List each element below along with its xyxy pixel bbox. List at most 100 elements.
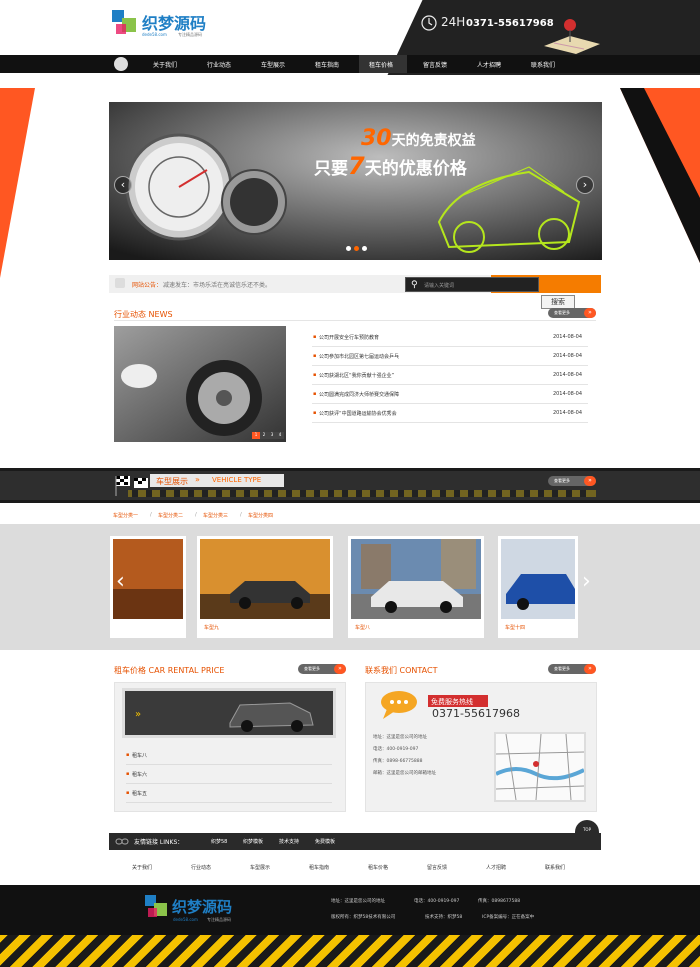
footer-fax: 传真：0898677588 bbox=[478, 899, 521, 904]
list-item[interactable]: ▪ 公司圆满完成同济大师桥赛交通保障 2014-08-04 bbox=[312, 385, 588, 404]
more-arrow-icon: » bbox=[584, 664, 596, 674]
back-to-top-button[interactable]: TOP bbox=[575, 820, 599, 834]
bullet-icon: ▪ bbox=[126, 790, 130, 796]
nav-item-news[interactable]: 行业动态 bbox=[207, 60, 231, 69]
friend-link-1[interactable]: 织梦58 bbox=[211, 838, 227, 845]
news-pager-2[interactable]: 2 bbox=[260, 432, 268, 439]
list-item[interactable]: ▪ 租车八 bbox=[126, 746, 332, 765]
news-more-button[interactable]: 查看更多» bbox=[548, 308, 596, 318]
category-link-2[interactable]: 车型分类二 bbox=[158, 512, 183, 519]
car-image bbox=[501, 539, 575, 619]
news-pager-4[interactable]: 4 bbox=[276, 432, 284, 439]
footer-address: 地址：这里是您公司的地址 bbox=[331, 899, 385, 904]
bottom-nav-item[interactable]: 行业动态 bbox=[191, 864, 211, 871]
footer-copyright: 版权所有：织梦58技术有限公司 bbox=[331, 915, 396, 920]
bullet-icon: ▪ bbox=[126, 752, 130, 758]
rent-more-button[interactable]: 查看更多» bbox=[298, 664, 346, 674]
friend-link-4[interactable]: 免费模板 bbox=[315, 838, 335, 845]
logo-domain: dede58.com bbox=[142, 32, 167, 37]
svg-text:»: » bbox=[135, 709, 141, 720]
bullet-icon: ▪ bbox=[313, 410, 317, 416]
bullet-icon: ▪ bbox=[313, 334, 317, 340]
category-link-1[interactable]: 车型分类一 bbox=[113, 512, 138, 519]
more-arrow-icon: » bbox=[584, 476, 596, 486]
bottom-nav-item[interactable]: 关于我们 bbox=[132, 864, 152, 871]
footer-icp: ICP备案编号：正在备案中 bbox=[482, 915, 535, 920]
vehicle-card-2[interactable]: 车型八 bbox=[348, 536, 484, 638]
list-item[interactable]: ▪ 公司参加市北园区第七届运动会乒乓 2014-08-04 bbox=[312, 347, 588, 366]
banner-graphic bbox=[109, 102, 602, 260]
friend-link-3[interactable]: 技术支持 bbox=[279, 838, 299, 845]
nav-item-feedback[interactable]: 留言反馈 bbox=[423, 60, 447, 69]
banner-headline-1: 30天的免责权益 bbox=[361, 126, 476, 151]
banner-dot-1[interactable] bbox=[346, 246, 351, 251]
gallery-next-button[interactable]: › bbox=[582, 570, 596, 594]
footer-phone: 电话：400-0919-097 bbox=[414, 899, 460, 904]
list-item[interactable]: ▪ 公司开展安全行车预防教育 2014-08-04 bbox=[312, 328, 588, 347]
friend-links-label: 友情链接 LINKS： bbox=[134, 839, 184, 846]
notice-label: 网站公告： bbox=[132, 282, 163, 289]
checkered-flag-icon bbox=[115, 476, 148, 496]
nav-item-about[interactable]: 关于我们 bbox=[153, 60, 177, 69]
list-item[interactable]: ▪ 公司获评“中国道路运输协会优秀会 2014-08-04 bbox=[312, 404, 588, 423]
map-image bbox=[495, 733, 585, 801]
search-input[interactable]: 请输入关键词 bbox=[424, 282, 454, 289]
nav-item-contact[interactable]: 联系我们 bbox=[531, 60, 555, 69]
bottom-nav-item[interactable]: 人才招聘 bbox=[486, 864, 506, 871]
banner-dot-3[interactable] bbox=[362, 246, 367, 251]
nav-item-jobs[interactable]: 人才招聘 bbox=[477, 60, 501, 69]
contact-phone: 电话：400-0919-097 bbox=[373, 747, 419, 752]
bottom-nav-item[interactable]: 留言反馈 bbox=[427, 864, 447, 871]
footer-logo-slogan: 专注精品源码 bbox=[207, 917, 231, 922]
logo-mark-icon bbox=[112, 10, 136, 34]
contact-section-title: 联系我们 CONTACT bbox=[365, 666, 438, 675]
vehicle-more-button[interactable]: 查看更多» bbox=[548, 476, 596, 486]
news-pager-1[interactable]: 1 bbox=[252, 432, 260, 439]
vehicle-type-bar: 车型展示 » VEHICLE TYPE 查看更多» bbox=[0, 468, 700, 503]
banner-prev-button[interactable]: ‹ bbox=[114, 176, 132, 194]
list-item[interactable]: ▪ 公司获湖北区“我你贡献十强企业” 2014-08-04 bbox=[312, 366, 588, 385]
notice-text[interactable]: 减速发车：市场乐活在亮诚信乐还不类。 bbox=[163, 280, 271, 289]
news-title-divider bbox=[114, 320, 596, 321]
nav-item-vehicles[interactable]: 车型展示 bbox=[261, 60, 285, 69]
clock-icon bbox=[421, 15, 437, 31]
vehicle-card-3[interactable]: 车型十四 bbox=[498, 536, 578, 638]
site-logo[interactable]: 织梦源码 dede58.com 专注精品源码 bbox=[112, 8, 222, 42]
news-pager-3[interactable]: 3 bbox=[268, 432, 276, 439]
banner-dot-2[interactable] bbox=[354, 246, 359, 251]
logo-text: 织梦源码 bbox=[142, 14, 207, 33]
rent-featured-image[interactable]: » bbox=[122, 688, 336, 738]
vehicle-card-1[interactable]: 车型九 bbox=[197, 536, 333, 638]
search-box: ⚲ 请输入关键词 bbox=[405, 277, 539, 292]
more-arrow-icon: » bbox=[334, 664, 346, 674]
gallery-prev-button[interactable]: ‹ bbox=[116, 570, 130, 594]
banner-next-button[interactable]: › bbox=[576, 176, 594, 194]
bullet-icon: ▪ bbox=[126, 771, 130, 777]
link-chain-icon bbox=[115, 838, 129, 845]
hotline-number: 0371-55617968 bbox=[432, 707, 520, 720]
location-map[interactable] bbox=[494, 732, 586, 802]
list-item[interactable]: ▪ 租车六 bbox=[126, 765, 332, 784]
more-arrow-icon: » bbox=[584, 308, 596, 318]
bottom-nav-item[interactable]: 租车价格 bbox=[368, 864, 388, 871]
category-link-3[interactable]: 车型分类三 bbox=[203, 512, 228, 519]
footer-support: 技术支持：织梦58 bbox=[425, 915, 463, 920]
nav-item-prices[interactable]: 租车价格 bbox=[369, 60, 393, 69]
vehicle-card-name: 车型十四 bbox=[505, 625, 526, 631]
contact-more-button[interactable]: 查看更多» bbox=[548, 664, 596, 674]
bottom-nav-item[interactable]: 联系我们 bbox=[545, 864, 565, 871]
bottom-nav-item[interactable]: 车型展示 bbox=[250, 864, 270, 871]
search-button[interactable]: 搜索 bbox=[541, 295, 575, 309]
list-item[interactable]: ▪ 租车五 bbox=[126, 784, 332, 803]
car-closeup-image bbox=[114, 326, 286, 442]
hazard-stripe-footer bbox=[0, 935, 700, 967]
news-featured-image[interactable] bbox=[114, 326, 286, 442]
home-icon[interactable] bbox=[114, 57, 128, 71]
right-orange-decor bbox=[620, 88, 700, 263]
friend-link-2[interactable]: 织梦模板 bbox=[243, 838, 263, 845]
bottom-nav-item[interactable]: 租车指南 bbox=[309, 864, 329, 871]
vehicle-gallery: 车型九 车型八 车型十四 ‹ › bbox=[0, 524, 700, 650]
nav-item-guide[interactable]: 租车指南 bbox=[315, 60, 339, 69]
category-link-4[interactable]: 车型分类四 bbox=[248, 512, 273, 519]
banner-headline-2: 只要7天的优惠价格 bbox=[314, 152, 467, 180]
